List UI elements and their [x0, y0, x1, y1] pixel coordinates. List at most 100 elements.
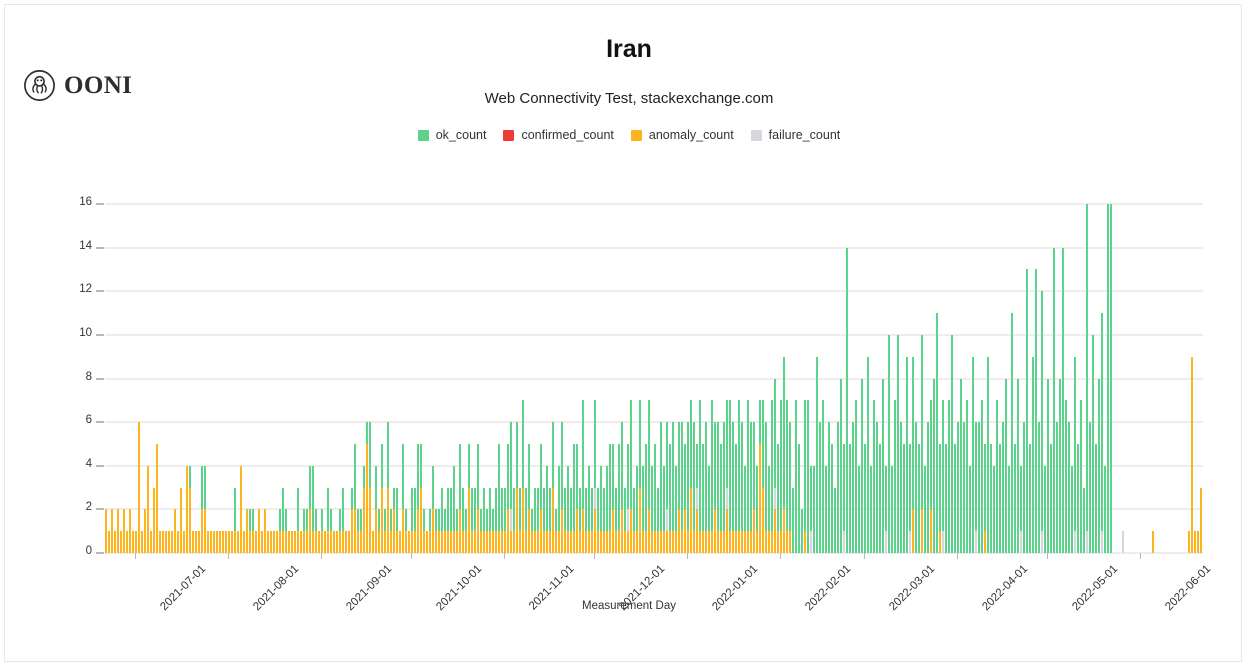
- bar[interactable]: [984, 443, 986, 553]
- bar[interactable]: [396, 487, 398, 553]
- bar[interactable]: [303, 509, 305, 553]
- bar[interactable]: [117, 509, 119, 553]
- bar[interactable]: [123, 509, 125, 553]
- bar[interactable]: [201, 465, 203, 553]
- bar[interactable]: [399, 531, 401, 553]
- bar[interactable]: [522, 400, 524, 553]
- bar[interactable]: [219, 531, 221, 553]
- bar[interactable]: [540, 443, 542, 553]
- bar[interactable]: [585, 487, 587, 553]
- bar[interactable]: [1122, 531, 1124, 553]
- bar[interactable]: [120, 531, 122, 553]
- bar[interactable]: [687, 422, 689, 553]
- bar[interactable]: [291, 531, 293, 553]
- bar[interactable]: [180, 487, 182, 553]
- bar[interactable]: [1050, 443, 1052, 553]
- bar[interactable]: [1005, 378, 1007, 553]
- bar[interactable]: [543, 487, 545, 553]
- bar[interactable]: [1083, 487, 1085, 553]
- bar[interactable]: [342, 487, 344, 553]
- bar[interactable]: [717, 422, 719, 553]
- bar[interactable]: [177, 531, 179, 553]
- bar[interactable]: [465, 509, 467, 553]
- bar[interactable]: [612, 443, 614, 553]
- bar[interactable]: [816, 356, 818, 553]
- bar[interactable]: [255, 531, 257, 553]
- bar[interactable]: [1086, 204, 1088, 553]
- bar[interactable]: [930, 400, 932, 553]
- bar[interactable]: [1092, 334, 1094, 553]
- bar[interactable]: [588, 465, 590, 553]
- bar[interactable]: [531, 509, 533, 553]
- bar[interactable]: [294, 531, 296, 553]
- bar[interactable]: [792, 487, 794, 553]
- bar[interactable]: [192, 531, 194, 553]
- bar[interactable]: [168, 531, 170, 553]
- bar[interactable]: [420, 443, 422, 553]
- bar[interactable]: [1197, 531, 1199, 553]
- bar[interactable]: [573, 443, 575, 553]
- bar[interactable]: [993, 465, 995, 553]
- bar[interactable]: [1020, 465, 1022, 553]
- bar[interactable]: [906, 356, 908, 553]
- bar[interactable]: [144, 509, 146, 553]
- bar[interactable]: [999, 443, 1001, 553]
- bar[interactable]: [759, 400, 761, 553]
- bar[interactable]: [150, 531, 152, 553]
- bar[interactable]: [1071, 465, 1073, 553]
- bar[interactable]: [1074, 356, 1076, 553]
- bar[interactable]: [765, 422, 767, 553]
- bar[interactable]: [621, 422, 623, 553]
- bar[interactable]: [438, 509, 440, 553]
- bar[interactable]: [1041, 291, 1043, 553]
- bar[interactable]: [945, 443, 947, 553]
- bar[interactable]: [738, 400, 740, 553]
- bar[interactable]: [867, 356, 869, 553]
- bar[interactable]: [306, 509, 308, 553]
- bar[interactable]: [156, 443, 158, 553]
- bar[interactable]: [669, 443, 671, 553]
- bar[interactable]: [888, 334, 890, 553]
- bar[interactable]: [996, 400, 998, 553]
- bar[interactable]: [1044, 465, 1046, 553]
- bar[interactable]: [927, 422, 929, 553]
- bar[interactable]: [441, 487, 443, 553]
- bar[interactable]: [942, 400, 944, 553]
- bar[interactable]: [450, 487, 452, 553]
- bar[interactable]: [957, 422, 959, 553]
- bar[interactable]: [507, 443, 509, 553]
- bar[interactable]: [1014, 443, 1016, 553]
- bar[interactable]: [225, 531, 227, 553]
- bar[interactable]: [354, 443, 356, 553]
- bar[interactable]: [804, 400, 806, 553]
- bar[interactable]: [777, 443, 779, 553]
- bar[interactable]: [468, 443, 470, 553]
- bar[interactable]: [609, 443, 611, 553]
- bar[interactable]: [1098, 378, 1100, 553]
- bar[interactable]: [357, 509, 359, 553]
- bar[interactable]: [939, 443, 941, 553]
- bar[interactable]: [840, 378, 842, 553]
- bar[interactable]: [204, 465, 206, 553]
- bar[interactable]: [951, 334, 953, 553]
- bar[interactable]: [273, 531, 275, 553]
- bar[interactable]: [153, 487, 155, 553]
- bar[interactable]: [876, 422, 878, 553]
- bar[interactable]: [519, 487, 521, 553]
- bar[interactable]: [963, 422, 965, 553]
- bar[interactable]: [831, 443, 833, 553]
- bar[interactable]: [312, 465, 314, 553]
- bar[interactable]: [954, 443, 956, 553]
- bar[interactable]: [852, 422, 854, 553]
- bar[interactable]: [366, 422, 368, 553]
- bar[interactable]: [786, 400, 788, 553]
- bar[interactable]: [111, 509, 113, 553]
- bar[interactable]: [558, 465, 560, 553]
- bar[interactable]: [708, 465, 710, 553]
- bar[interactable]: [624, 487, 626, 553]
- bar[interactable]: [1200, 487, 1202, 553]
- bar[interactable]: [642, 465, 644, 553]
- bar[interactable]: [525, 487, 527, 553]
- bar[interactable]: [594, 400, 596, 553]
- bar[interactable]: [429, 509, 431, 553]
